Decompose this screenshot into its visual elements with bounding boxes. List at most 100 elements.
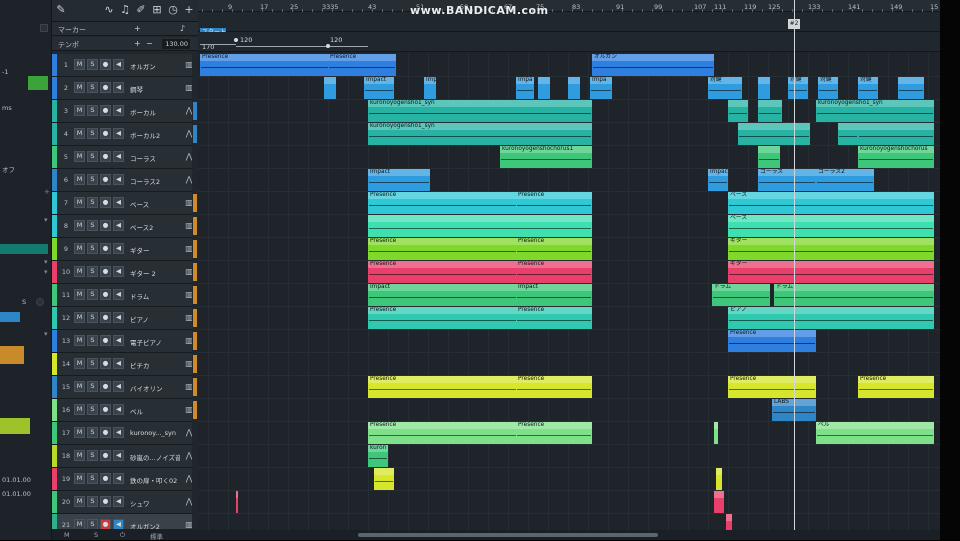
mute-button[interactable]: M	[74, 174, 85, 185]
arrange-lane[interactable]	[198, 445, 940, 468]
monitor-button[interactable]: ◀	[113, 174, 124, 185]
solo-button[interactable]: S	[87, 174, 98, 185]
solo-button[interactable]: S	[87, 427, 98, 438]
monitor-button[interactable]: ◀	[113, 289, 124, 300]
event-clip[interactable]	[538, 77, 550, 99]
horizontal-scrollbar[interactable]	[198, 530, 940, 540]
pan-knob-icon[interactable]	[36, 298, 44, 306]
track-name[interactable]: ピアノ	[130, 314, 180, 324]
event-clip[interactable]	[368, 215, 592, 237]
inspector-toggle[interactable]	[40, 24, 48, 32]
event-clip[interactable]	[838, 123, 858, 145]
monitor-button[interactable]: ◀	[113, 151, 124, 162]
track-name[interactable]: コーラス	[130, 153, 180, 163]
track-row[interactable]: 19 M S ● ◀ 鉄の扉・叩く02 ⋀	[52, 468, 198, 491]
track-name[interactable]: オルガン	[130, 61, 180, 71]
instrument-icon[interactable]: ♫	[118, 3, 132, 17]
record-arm-button[interactable]: ●	[100, 473, 111, 484]
chevron-down-icon[interactable]: ▾	[44, 268, 48, 276]
solo-button[interactable]: S	[87, 381, 98, 392]
record-arm-button[interactable]: ●	[100, 335, 111, 346]
track-row[interactable]: 4 M S ● ◀ ボーカル2 ⋀	[52, 123, 198, 146]
monitor-button[interactable]: ◀	[113, 335, 124, 346]
event-clip[interactable]: Presence	[728, 376, 816, 398]
event-clip[interactable]: Presence	[516, 261, 592, 283]
solo-button[interactable]: S	[87, 220, 98, 231]
track-name[interactable]: ボーカル	[130, 107, 180, 117]
track-name[interactable]: ボーカル2	[130, 130, 180, 140]
track-row[interactable]: 13 M S ● ◀ 電子ピアノ ▥	[52, 330, 198, 353]
playhead[interactable]	[794, 0, 795, 540]
event-clip[interactable]: kuronoyogenshochorus1	[500, 146, 592, 168]
event-clip[interactable]: Presence	[728, 330, 816, 352]
mute-button[interactable]: M	[74, 496, 85, 507]
event-clip[interactable]	[858, 123, 934, 145]
event-clip[interactable]	[236, 491, 238, 513]
event-clip[interactable]: Impa	[590, 77, 612, 99]
monitor-button[interactable]: ◀	[113, 473, 124, 484]
event-clip[interactable]: オルガン	[592, 54, 714, 76]
event-clip[interactable]: kuron	[368, 445, 388, 467]
solo-button[interactable]: S	[87, 404, 98, 415]
solo-button[interactable]: S	[87, 312, 98, 323]
track-row[interactable]: 18 M S ● ◀ 砂嵐の...ノイズ音 ⋀	[52, 445, 198, 468]
event-clip[interactable]: Presence	[516, 422, 592, 444]
track-row[interactable]: 9 M S ● ◀ ギター ▥	[52, 238, 198, 261]
track-name[interactable]: 鋼琴	[130, 84, 180, 94]
mute-button[interactable]: M	[74, 381, 85, 392]
track-name[interactable]: kuronoy..._syn	[130, 429, 180, 437]
solo-button[interactable]: S	[87, 59, 98, 70]
tempo-point[interactable]	[234, 38, 238, 42]
chevron-down-icon[interactable]: ▾	[44, 258, 48, 266]
event-clip[interactable]: ドラム	[712, 284, 770, 306]
monitor-button[interactable]: ◀	[113, 128, 124, 139]
automation-icon[interactable]: ∿	[102, 3, 116, 17]
event-clip[interactable]: Presence	[516, 192, 592, 214]
monitor-button[interactable]: ◀	[113, 266, 124, 277]
event-clip[interactable]: 対鍵	[818, 77, 838, 99]
mute-button[interactable]: M	[74, 289, 85, 300]
monitor-button[interactable]: ◀	[113, 312, 124, 323]
marker-add-button[interactable]: +	[134, 24, 141, 33]
add-track-icon[interactable]: +	[182, 3, 196, 17]
tempo-value-field[interactable]: 130.00	[162, 39, 190, 49]
event-clip[interactable]: Impact	[708, 169, 728, 191]
event-clip[interactable]: kuronoyogensho1_syn	[368, 100, 592, 122]
mute-button[interactable]: M	[74, 243, 85, 254]
event-clip[interactable]: ギター	[728, 238, 934, 260]
arrange-lane[interactable]	[198, 468, 940, 491]
footer-mute-all[interactable]: M	[64, 531, 70, 539]
record-arm-button[interactable]: ●	[100, 243, 111, 254]
horizontal-scroll-thumb[interactable]	[358, 533, 658, 537]
event-clip[interactable]	[714, 491, 724, 513]
chevron-down-icon[interactable]: ▾	[44, 330, 48, 338]
event-clip[interactable]: Impa	[516, 77, 534, 99]
track-name[interactable]: ピチカ	[130, 360, 180, 370]
mute-button[interactable]: M	[74, 427, 85, 438]
track-row[interactable]: 7 M S ● ◀ ベース ▥	[52, 192, 198, 215]
marker-lane[interactable]: スタート	[198, 12, 940, 37]
solo-button[interactable]: S	[87, 197, 98, 208]
mute-button[interactable]: M	[74, 473, 85, 484]
mute-button[interactable]: M	[74, 105, 85, 116]
monitor-button[interactable]: ◀	[113, 450, 124, 461]
track-name[interactable]: バイオリン	[130, 383, 180, 393]
track-row[interactable]: 1 M S ● ◀ オルガン ▥	[52, 54, 198, 77]
mute-button[interactable]: M	[74, 220, 85, 231]
chevron-down-icon[interactable]: ▾	[44, 216, 48, 224]
arrange-lane[interactable]	[198, 399, 940, 422]
event-clip[interactable]: ベル	[816, 422, 934, 444]
event-clip[interactable]: Impact	[364, 77, 394, 99]
monitor-button[interactable]: ◀	[113, 496, 124, 507]
solo-button[interactable]: S	[87, 358, 98, 369]
mute-button[interactable]: M	[74, 128, 85, 139]
event-clip[interactable]: Presence	[858, 376, 934, 398]
monitor-button[interactable]: ◀	[113, 427, 124, 438]
record-arm-button[interactable]: ●	[100, 220, 111, 231]
track-name[interactable]: 鉄の扉・叩く02	[130, 475, 180, 485]
event-clip[interactable]	[758, 146, 780, 168]
event-clip[interactable]: 対鍵	[708, 77, 742, 99]
tempo-curve[interactable]	[236, 46, 368, 47]
track-name[interactable]: ベル	[130, 406, 180, 416]
track-name[interactable]: 電子ピアノ	[130, 337, 180, 347]
